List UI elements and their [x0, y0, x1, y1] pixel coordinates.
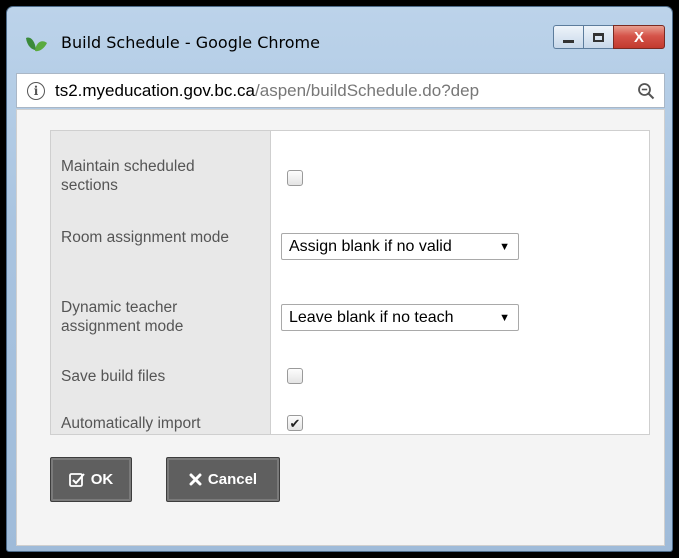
- dropdown-arrow-icon: ▼: [499, 240, 510, 253]
- room-assignment-label: Room assignment mode: [61, 229, 229, 246]
- url-path: /aspen/buildSchedule.do?dep: [255, 80, 480, 100]
- url-host: ts2.myeducation.gov.bc.ca: [55, 80, 256, 100]
- minimize-button[interactable]: [553, 25, 583, 49]
- zoom-icon[interactable]: [637, 82, 655, 100]
- room-assignment-value: Assign blank if no valid: [289, 237, 452, 255]
- info-icon[interactable]: i: [27, 81, 45, 100]
- title-bar[interactable]: Build Schedule - Google Chrome X: [7, 7, 672, 63]
- dropdown-arrow-icon: ▼: [499, 311, 510, 324]
- browser-window: Build Schedule - Google Chrome X i ts2.m…: [6, 6, 673, 552]
- page-content: Maintain scheduled sections Room assignm…: [16, 109, 665, 546]
- cancel-label: Cancel: [207, 471, 258, 488]
- check-square-icon: [68, 473, 85, 487]
- room-assignment-select[interactable]: Assign blank if no valid ▼: [281, 233, 519, 260]
- teacher-assignment-select[interactable]: Leave blank if no teach ▼: [281, 304, 519, 331]
- address-bar[interactable]: i ts2.myeducation.gov.bc.ca/aspen/buildS…: [16, 73, 665, 108]
- checkmark-icon: ✔: [289, 415, 301, 431]
- close-icon: X: [633, 28, 644, 46]
- x-icon: [189, 473, 202, 486]
- maximize-icon: [593, 32, 604, 42]
- ok-label: OK: [90, 471, 114, 488]
- ok-button[interactable]: OK: [50, 457, 132, 502]
- window-title: Build Schedule - Google Chrome: [61, 33, 320, 52]
- auto-import-label: Automatically import: [61, 415, 201, 432]
- maximize-button[interactable]: [583, 25, 613, 49]
- minimize-icon: [563, 39, 574, 43]
- teacher-assignment-value: Leave blank if no teach: [289, 308, 454, 326]
- build-schedule-form: Maintain scheduled sections Room assignm…: [50, 130, 650, 435]
- close-button[interactable]: X: [613, 25, 665, 49]
- teacher-assignment-label: Dynamic teacher assignment mode: [61, 299, 184, 335]
- window-controls: X: [553, 25, 665, 49]
- maintain-scheduled-checkbox[interactable]: [287, 170, 303, 186]
- url-text[interactable]: ts2.myeducation.gov.bc.ca/aspen/buildSch…: [55, 81, 640, 101]
- save-build-files-label: Save build files: [61, 368, 166, 385]
- save-build-files-checkbox[interactable]: [287, 368, 303, 384]
- aspen-leaf-icon: [26, 37, 47, 52]
- auto-import-checkbox[interactable]: ✔: [287, 415, 303, 431]
- cancel-button[interactable]: Cancel: [166, 457, 280, 502]
- maintain-scheduled-label: Maintain scheduled sections: [61, 158, 195, 194]
